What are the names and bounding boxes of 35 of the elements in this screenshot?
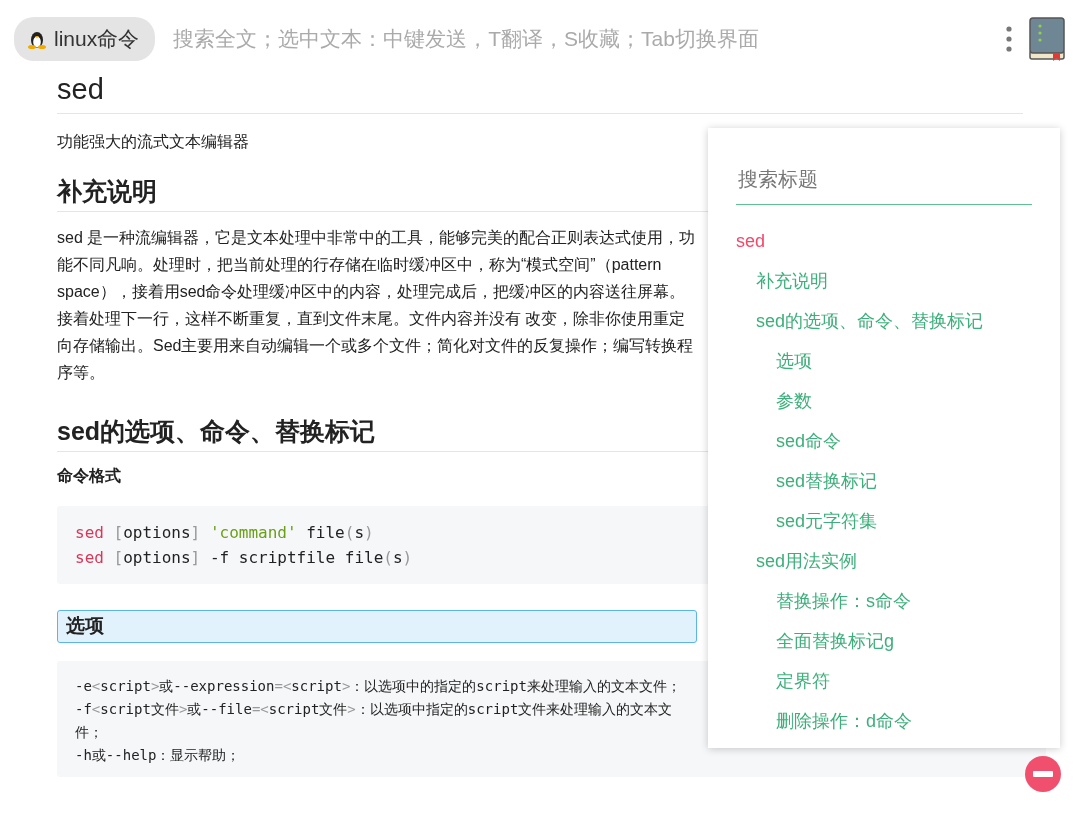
book-icon bbox=[1028, 17, 1066, 61]
toc-link[interactable]: sed替换标记 bbox=[736, 461, 878, 501]
toc-link[interactable]: sed元字符集 bbox=[736, 501, 878, 541]
toc-link[interactable]: 删除操作：d命令 bbox=[736, 701, 912, 741]
subheading: 命令格式 bbox=[57, 465, 121, 486]
toc-link[interactable]: sed用法实例 bbox=[736, 541, 858, 581]
toc-link[interactable]: 替换操作：s命令 bbox=[736, 581, 911, 621]
section-heading: 补充说明 bbox=[57, 175, 157, 206]
search-field[interactable]: 搜索全文；选中文本：中键发送，T翻译，S收藏；Tab切换界面 bbox=[171, 22, 990, 56]
code-line: -e<script>或--expression=<script>：以选项中的指定的script来处理输入的文本文件； bbox=[75, 676, 682, 696]
heading-search-field[interactable]: 搜索标题 bbox=[736, 158, 1032, 205]
penguin-icon bbox=[28, 29, 46, 49]
subtitle: 功能强大的流式文本编辑器 bbox=[57, 131, 250, 152]
paragraph: sed 是一种流编辑器，它是文本处理中非常中的工具，能够完美的配合正则表达式使用，功能不同凡响。处理时，把当前处理的行存储在临时缓冲区中，称为“模式空间”（pattern space），接着用sed命令处理缓冲区中的内容，处理完成后，把缓冲区的内容送往屏幕。接着处理下一行，这样不断重复，直到文件末尾。文件内容并没有 改变，除非你使用重定向存储输出。Sed主要用来自动编辑一个或多个文件；简化对文件的反复操作；编写转换程序等。 bbox=[57, 227, 697, 383]
toc-link[interactable]: sed的选项、命令、替换标记 bbox=[736, 301, 984, 341]
toc-link[interactable]: 选项 bbox=[736, 341, 812, 381]
page-title: sed bbox=[57, 72, 1023, 114]
more-button[interactable] bbox=[1006, 26, 1012, 52]
toc-link[interactable]: sed命令 bbox=[736, 421, 842, 461]
toc-link[interactable]: 参数 bbox=[736, 381, 812, 421]
minus-button[interactable] bbox=[1025, 756, 1061, 792]
toc-link[interactable]: 全面替换标记g bbox=[736, 621, 894, 661]
book-button[interactable] bbox=[1028, 17, 1066, 61]
section-heading: 选项 bbox=[57, 609, 697, 643]
toc-link[interactable]: 补充说明 bbox=[736, 261, 828, 301]
tag-pill[interactable]: linux命令 bbox=[14, 17, 156, 61]
minus-icon bbox=[1033, 771, 1053, 777]
toc-link[interactable]: 定界符 bbox=[736, 661, 830, 701]
section-heading: sed的选项、命令、替换标记 bbox=[57, 415, 376, 446]
code-line: sed [options] 'command' file(s) bbox=[75, 521, 375, 544]
kebab-menu-icon bbox=[1006, 26, 1012, 52]
code-line: -h或--help：显示帮助； bbox=[75, 745, 242, 765]
toc-link[interactable]: sed bbox=[736, 221, 766, 261]
code-line: sed [options] -f scriptfile file(s) bbox=[75, 546, 414, 569]
code-line: -f<script文件>或--file=<script文件>：以选项中指定的script文件来处理输入的文本文件； bbox=[75, 699, 674, 742]
